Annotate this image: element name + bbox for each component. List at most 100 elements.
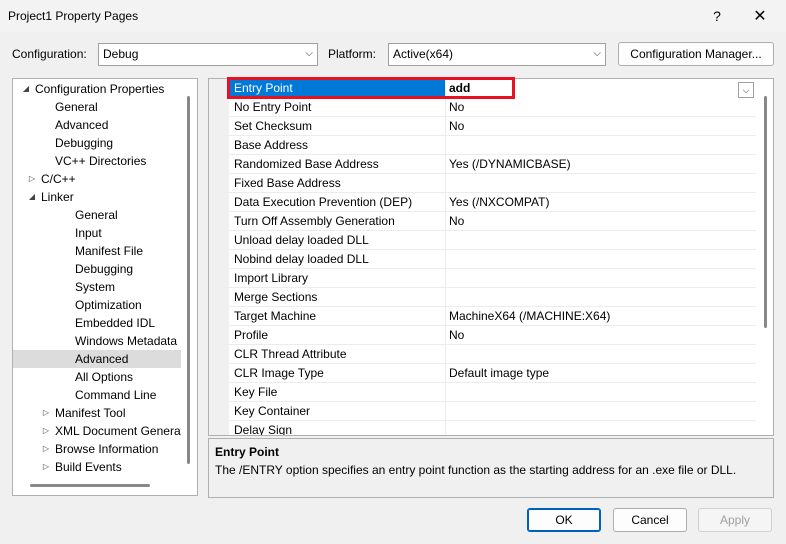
title-bar: Project1 Property Pages ? ✕	[0, 0, 786, 32]
expanded-arrow-icon[interactable]: ◢	[27, 188, 37, 206]
column-separator	[445, 326, 446, 345]
tree-item-label: Windows Metadata	[75, 334, 178, 348]
property-name: Set Checksum	[234, 119, 313, 133]
property-row[interactable]: Key File	[229, 383, 756, 402]
tree-item-label: VC++ Directories	[55, 154, 147, 168]
platform-value: Active(x64)	[393, 47, 454, 61]
property-row[interactable]: CLR Image Type Default image type	[229, 364, 756, 383]
tree-item[interactable]: ◢ Configuration Properties	[13, 80, 181, 98]
column-separator	[445, 250, 446, 269]
property-value: MachineX64 (/MACHINE:X64)	[449, 309, 611, 323]
tree-item-label: Linker	[41, 190, 74, 204]
tree-item[interactable]: ▷ XML Document Generator	[13, 422, 181, 440]
property-row[interactable]: Merge Sections	[229, 288, 756, 307]
collapsed-arrow-icon[interactable]: ▷	[41, 404, 51, 422]
property-row[interactable]: Randomized Base Address Yes (/DYNAMICBASE…	[229, 155, 756, 174]
tree-item[interactable]: General	[13, 98, 181, 116]
property-row[interactable]: Turn Off Assembly Generation No	[229, 212, 756, 231]
tree-item[interactable]: System	[13, 278, 181, 296]
apply-button[interactable]: Apply	[698, 508, 772, 532]
tree-item-label: Configuration Properties	[35, 82, 165, 96]
property-name: Key File	[234, 385, 278, 399]
tree-item[interactable]: Debugging	[13, 260, 181, 278]
column-separator	[445, 288, 446, 307]
column-separator	[445, 307, 446, 326]
property-row[interactable]: Delay Sign	[229, 421, 756, 435]
property-row[interactable]: Data Execution Prevention (DEP) Yes (/NXC…	[229, 193, 756, 212]
property-row[interactable]: Target Machine MachineX64 (/MACHINE:X64)	[229, 307, 756, 326]
property-name: Fixed Base Address	[234, 176, 341, 190]
property-row[interactable]: Base Address	[229, 136, 756, 155]
close-icon[interactable]: ✕	[746, 4, 774, 28]
tree-item[interactable]: Windows Metadata	[13, 332, 181, 350]
tree-item[interactable]: Advanced	[13, 350, 181, 368]
tree-item-label: Input	[75, 226, 102, 240]
help-button[interactable]: ?	[703, 4, 731, 28]
tree-item-label: XML Document Generator	[55, 424, 181, 438]
tree-horizontal-scrollbar[interactable]	[30, 484, 150, 487]
property-name: Merge Sections	[234, 290, 318, 304]
window-title: Project1 Property Pages	[8, 9, 139, 23]
property-name: CLR Image Type	[234, 366, 324, 380]
cancel-button[interactable]: Cancel	[613, 508, 687, 532]
collapsed-arrow-icon[interactable]: ▷	[41, 458, 51, 476]
expanded-arrow-icon[interactable]: ◢	[21, 80, 31, 98]
tree-item[interactable]: ▷ Manifest Tool	[13, 404, 181, 422]
column-separator	[445, 345, 446, 364]
category-tree[interactable]: ◢ Configuration Properties General Advanced…	[12, 78, 198, 496]
property-row[interactable]: Import Library	[229, 269, 756, 288]
column-separator	[445, 212, 446, 231]
property-value: No	[449, 100, 465, 114]
tree-item[interactable]: Advanced	[13, 116, 181, 134]
configuration-dropdown[interactable]: Debug ⌵	[98, 43, 318, 66]
column-separator	[445, 98, 446, 117]
column-separator	[445, 117, 446, 136]
tree-item[interactable]: ◢ Linker	[13, 188, 181, 206]
property-row[interactable]: Nobind delay loaded DLL	[229, 250, 756, 269]
tree-item[interactable]: Command Line	[13, 386, 181, 404]
tree-item-label: Command Line	[75, 388, 157, 402]
tree-item-label: Build Events	[55, 460, 122, 474]
tree-item[interactable]: ▷ C/C++	[13, 170, 181, 188]
tree-item[interactable]: ▷ Build Events	[13, 458, 181, 476]
column-separator	[445, 231, 446, 250]
tree-item[interactable]: Optimization	[13, 296, 181, 314]
tree-item-label: Embedded IDL	[75, 316, 156, 330]
collapsed-arrow-icon[interactable]: ▷	[41, 440, 51, 458]
property-row[interactable]: Profile No	[229, 326, 756, 345]
tree-item[interactable]: ▷ Browse Information	[13, 440, 181, 458]
property-name: Import Library	[234, 271, 309, 285]
property-row[interactable]: Unload delay loaded DLL	[229, 231, 756, 250]
grid-vertical-scrollbar[interactable]	[764, 96, 767, 328]
column-separator	[445, 421, 446, 435]
property-row[interactable]: No Entry Point No	[229, 98, 756, 117]
ok-button[interactable]: OK	[527, 508, 601, 532]
configuration-manager-button[interactable]: Configuration Manager...	[618, 42, 774, 66]
property-row[interactable]: CLR Thread Attribute	[229, 345, 756, 364]
property-value[interactable]: add	[449, 81, 470, 95]
property-name: Base Address	[234, 138, 309, 152]
property-row[interactable]: Set Checksum No	[229, 117, 756, 136]
platform-label: Platform:	[328, 47, 377, 61]
property-name: Unload delay loaded DLL	[234, 233, 369, 247]
collapsed-arrow-icon[interactable]: ▷	[41, 422, 51, 440]
collapsed-arrow-icon[interactable]: ▷	[27, 170, 37, 188]
column-separator	[445, 174, 446, 193]
property-row[interactable]: Key Container	[229, 402, 756, 421]
description-title: Entry Point	[215, 445, 280, 459]
property-row[interactable]: Fixed Base Address	[229, 174, 756, 193]
configuration-label: Configuration:	[12, 47, 87, 61]
chevron-down-icon: ⌵	[305, 48, 313, 59]
tree-item-label: Manifest Tool	[55, 406, 126, 420]
tree-item[interactable]: All Options	[13, 368, 181, 386]
tree-item[interactable]: VC++ Directories	[13, 152, 181, 170]
tree-vertical-scrollbar[interactable]	[183, 80, 193, 480]
tree-item[interactable]: Manifest File	[13, 242, 181, 260]
column-separator	[445, 402, 446, 421]
platform-dropdown[interactable]: Active(x64) ⌵	[388, 43, 606, 66]
tree-item[interactable]: Input	[13, 224, 181, 242]
tree-item[interactable]: Embedded IDL	[13, 314, 181, 332]
tree-item[interactable]: General	[13, 206, 181, 224]
chevron-down-icon[interactable]: ⌵	[738, 82, 754, 98]
tree-item[interactable]: Debugging	[13, 134, 181, 152]
